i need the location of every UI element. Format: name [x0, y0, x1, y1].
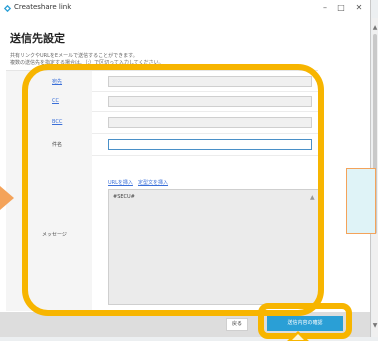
window-title: Createshare link — [14, 3, 72, 11]
scroll-down-icon[interactable]: ▼ — [372, 322, 378, 332]
maximize-icon[interactable]: □ — [334, 2, 348, 14]
page-title: 送信先設定 — [10, 32, 65, 45]
callout-arrow-left — [0, 186, 14, 210]
title-bar: Createshare link – □ ✕ — [0, 0, 370, 18]
app-logo-icon — [3, 4, 12, 13]
scroll-up-icon[interactable]: ▲ — [372, 24, 378, 34]
description-line-1: 共有リンクやURLをEメールで送信することができます。 — [10, 53, 138, 59]
back-button[interactable]: 戻る — [226, 318, 248, 331]
pointer-arrow-inner — [292, 334, 304, 340]
minimize-icon[interactable]: – — [318, 2, 332, 14]
callout-box-right — [346, 168, 376, 234]
close-icon[interactable]: ✕ — [352, 2, 366, 14]
form-highlight-frame — [22, 64, 324, 316]
